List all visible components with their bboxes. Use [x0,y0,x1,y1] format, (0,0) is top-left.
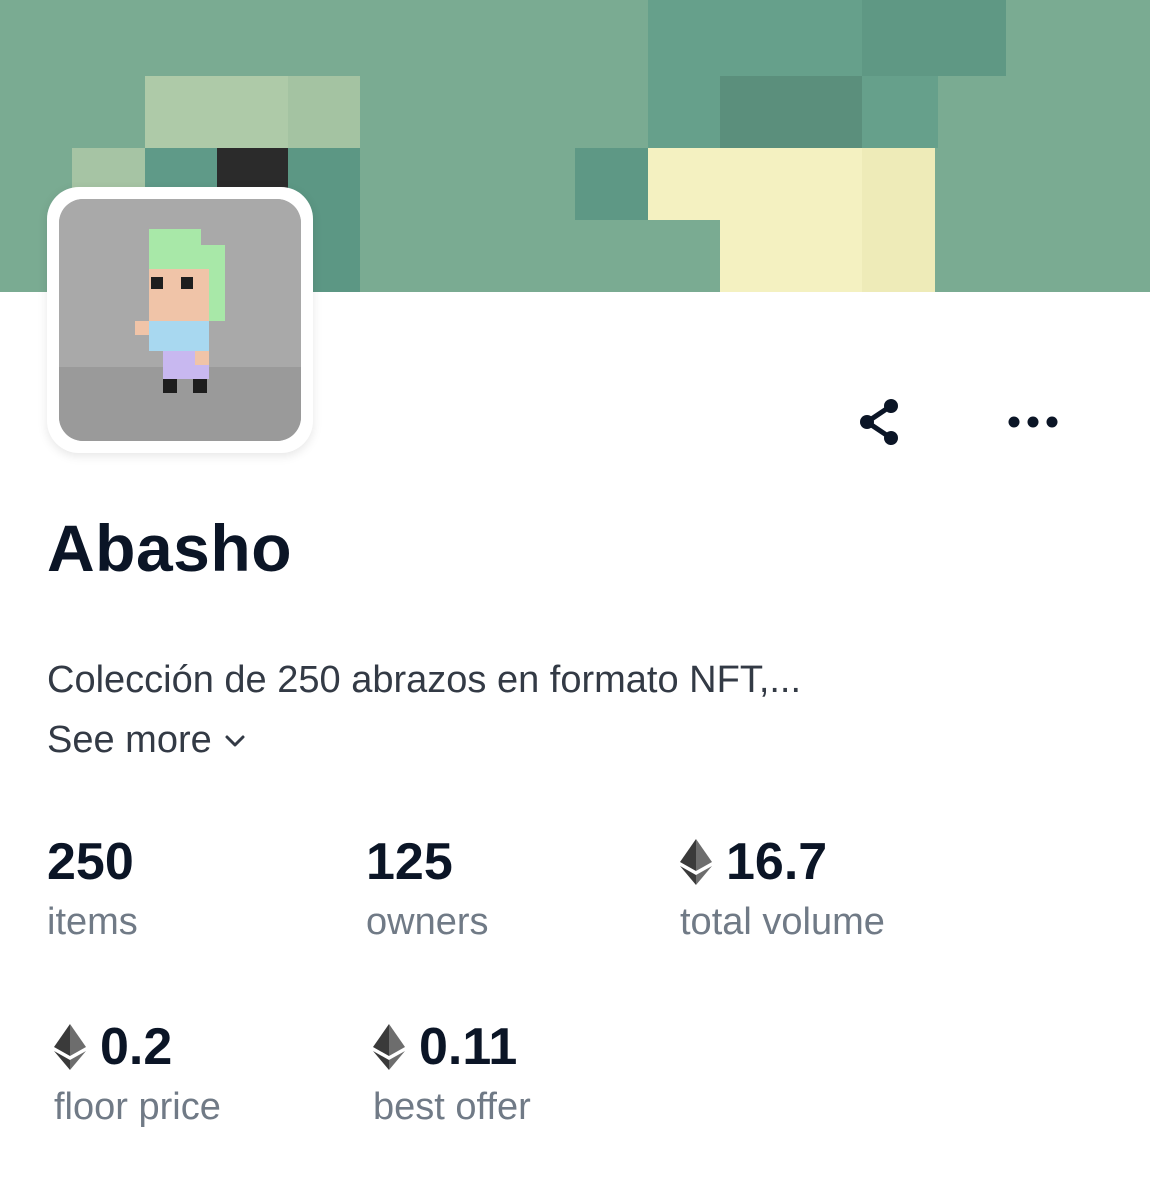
stat-total-volume[interactable]: 16.7 total volume [680,834,885,946]
more-options-button[interactable] [1003,392,1063,452]
ethereum-icon [680,839,712,885]
ethereum-icon [54,1024,86,1070]
share-icon [860,399,898,445]
stat-owners[interactable]: 125 owners [366,834,489,946]
share-button[interactable] [849,392,909,452]
stat-total-volume-value: 16.7 [726,833,828,891]
stat-best-offer-row: 0.11 [373,1019,531,1075]
stat-owners-label: owners [366,901,489,943]
more-horizontal-icon [1008,416,1058,428]
stat-total-volume-row: 16.7 [680,834,885,890]
see-more-button[interactable]: See more [47,718,246,764]
ethereum-icon [373,1024,405,1070]
stat-floor-price-row: 0.2 [54,1019,221,1075]
stat-floor-price-value: 0.2 [100,1018,173,1076]
stat-owners-value: 125 [366,833,453,891]
chevron-down-icon [224,734,246,748]
avatar-image [59,199,301,441]
stat-items-label: items [47,901,138,943]
stat-floor-price-label: floor price [54,1086,221,1128]
stat-best-offer-value: 0.11 [419,1018,518,1076]
stat-floor-price[interactable]: 0.2 floor price [54,1019,221,1131]
collection-page: Abasho Colección de 250 abrazos en forma… [0,0,1150,1200]
collection-description: Colección de 250 abrazos en formato NFT,… [47,659,802,701]
collection-avatar [47,187,313,453]
collection-title: Abasho [47,511,293,585]
stat-items-value: 250 [47,833,134,891]
see-more-label: See more [47,719,212,761]
stat-total-volume-label: total volume [680,901,885,943]
stat-items[interactable]: 250 items [47,834,138,946]
stat-best-offer[interactable]: 0.11 best offer [373,1019,531,1131]
stat-best-offer-label: best offer [373,1086,531,1128]
